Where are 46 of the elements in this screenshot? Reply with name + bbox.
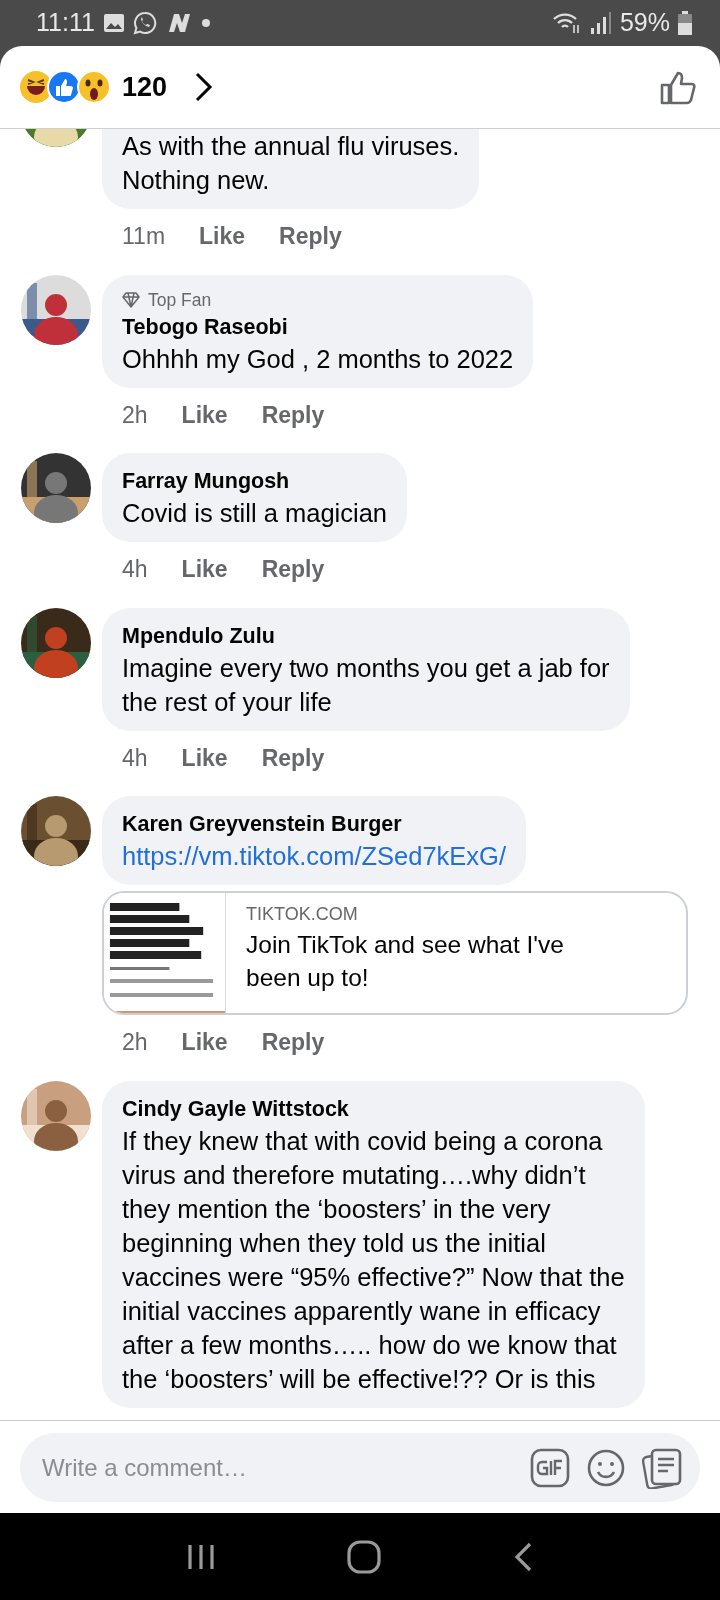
author-name[interactable]: Mpendulo Zulu xyxy=(122,620,610,651)
comment-text: Covid is still a magician xyxy=(122,498,387,529)
like-link[interactable]: Like xyxy=(181,1025,228,1060)
comment-text: If they knew that with covid being a corona virus and therefore mutating….why didn’t they mention the ‘boosters’ in the very beginning when they told us the initial vaccines were “95% effective?” Now that the initial vaccines apparently wane in efficacy after a few months….. how do we know that the ‘boosters’ will be effective!?? Or is this xyxy=(122,1125,625,1395)
wifi-icon xyxy=(551,11,582,35)
sticker-icon[interactable] xyxy=(642,1446,684,1489)
author-name[interactable]: Tebogo Raseobi xyxy=(122,311,514,342)
chevron-right-icon xyxy=(193,71,214,103)
link-title: Join TikTok and see what I've been up to! xyxy=(246,930,564,993)
timestamp: 4h xyxy=(122,555,148,584)
top-fan-label: Top Fan xyxy=(148,288,212,312)
comment-text: Imagine every two months you get a jab for the rest of your life xyxy=(122,652,610,718)
chat-bubble-icon xyxy=(132,11,157,35)
comment-text: As with the annual flu viruses. Nothing new. xyxy=(122,131,460,196)
reply-link[interactable]: Reply xyxy=(261,552,325,587)
like-link[interactable]: Like xyxy=(181,397,228,432)
reply-link[interactable]: Reply xyxy=(261,1025,325,1060)
diamond-icon xyxy=(122,291,140,308)
comment-text: Ohhhh my God , 2 months to 2022 xyxy=(122,343,514,375)
reply-link[interactable]: Reply xyxy=(261,397,325,432)
comment-input[interactable]: Write a comment… xyxy=(40,1448,514,1487)
timestamp: 2h xyxy=(122,400,148,430)
timestamp: 11m xyxy=(122,222,166,251)
timestamp: 4h xyxy=(122,743,148,773)
author-name[interactable]: Karen Greyvenstein Burger xyxy=(122,809,507,839)
signal-icon xyxy=(589,11,612,35)
timestamp: 2h xyxy=(122,1028,148,1057)
link[interactable]: https://vm.tiktok.com/ZSed7kExG/ xyxy=(122,842,507,870)
like-link[interactable]: Like xyxy=(199,219,246,254)
clock: 11:11 xyxy=(36,7,95,39)
author-name[interactable]: Farray Mungosh xyxy=(122,466,387,496)
emoji-icon[interactable] xyxy=(586,1447,626,1488)
battery-percentage: 59% xyxy=(619,7,670,39)
link-preview-card[interactable]: TIKTOK.COM Join TikTok and see what I've been up to! xyxy=(102,891,688,1015)
like-link[interactable]: Like xyxy=(181,740,228,775)
reactions-button[interactable]: 120 xyxy=(18,66,214,108)
author-name[interactable]: Cindy Gayle Wittstock xyxy=(122,1093,625,1124)
home-icon[interactable] xyxy=(347,1539,381,1574)
battery-icon xyxy=(678,11,692,35)
gallery-icon xyxy=(102,13,125,33)
reply-link[interactable]: Reply xyxy=(261,740,325,775)
reply-link[interactable]: Reply xyxy=(279,219,342,254)
comment-field[interactable]: Write a comment… xyxy=(20,1433,700,1502)
gif-icon[interactable] xyxy=(530,1447,570,1488)
link-domain: TIKTOK.COM xyxy=(246,903,359,926)
like-link[interactable]: Like xyxy=(181,552,228,587)
